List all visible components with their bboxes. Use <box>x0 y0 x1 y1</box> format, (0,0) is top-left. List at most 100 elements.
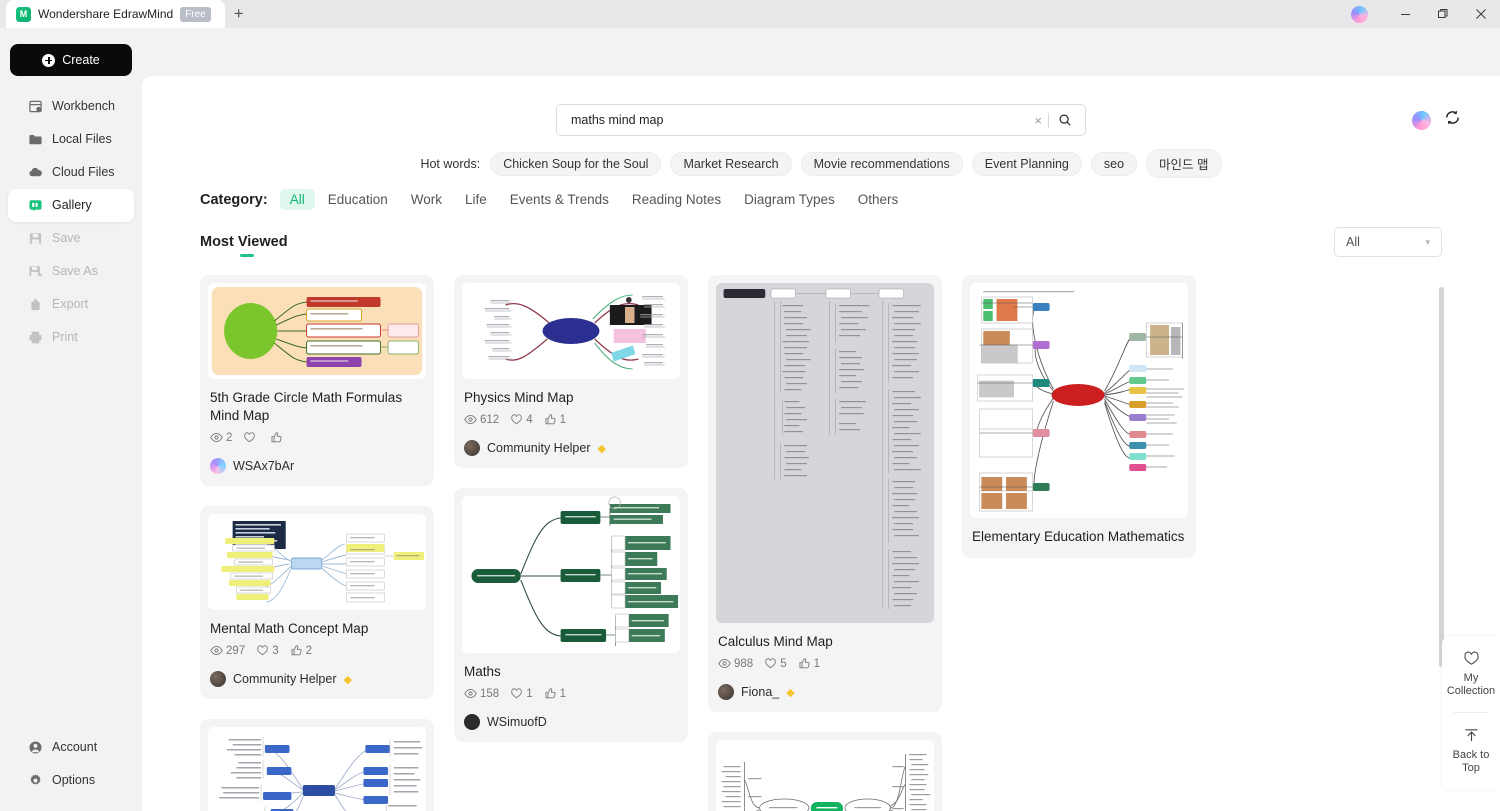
thumbs-up-icon <box>271 432 282 443</box>
thumbs-stat: 2 <box>290 644 312 657</box>
sort-filter-value: All <box>1346 235 1360 249</box>
category-tab-reading-notes[interactable]: Reading Notes <box>622 189 731 210</box>
sort-filter-select[interactable]: All ▾ <box>1334 227 1442 257</box>
hot-word-chip[interactable]: Event Planning <box>971 151 1082 176</box>
sidebar-item-cloud-files[interactable]: Cloud Files <box>8 156 134 189</box>
avatar <box>464 440 480 456</box>
sidebar-item-save[interactable]: Save <box>8 222 134 255</box>
sidebar-item-label: Export <box>52 297 89 312</box>
minimize-button[interactable] <box>1386 0 1424 28</box>
sidebar-item-account[interactable]: Account <box>8 731 134 764</box>
close-button[interactable] <box>1462 0 1500 28</box>
template-card[interactable]: Maths 158 1 1 WSimuofD <box>454 488 688 742</box>
template-card[interactable]: Math Pre-K Mind Map 92 <box>200 719 434 811</box>
template-card[interactable]: Elementary Education Mathematics <box>962 275 1196 558</box>
avatar <box>718 684 734 700</box>
sidebar-item-label: Save As <box>52 264 98 279</box>
edrawmind-logo-icon: M <box>16 6 31 22</box>
folder-icon <box>29 135 42 145</box>
template-author[interactable]: WSimuofD <box>464 714 678 730</box>
search-input[interactable] <box>571 113 1029 127</box>
sidebar-item-local-files[interactable]: Local Files <box>8 123 134 156</box>
section-underline <box>240 254 254 257</box>
sidebar-item-workbench[interactable]: Workbench <box>8 90 134 123</box>
free-badge: Free <box>180 6 211 22</box>
gem-badge-icon: ◆ <box>597 442 606 455</box>
template-stats: 612 4 1 <box>464 413 678 426</box>
sidebar-item-label: Local Files <box>52 132 112 147</box>
category-label: Category: <box>200 191 268 208</box>
likes-stat: 4 <box>510 413 533 426</box>
likes-stat: 5 <box>764 657 787 670</box>
template-thumbnail <box>462 283 680 379</box>
thumbnail-prek-mindmap <box>208 727 426 811</box>
author-name: WSimuofD <box>487 715 547 729</box>
title-bar: M Wondershare EdrawMind Free + <box>0 0 1500 28</box>
sidebar-item-print[interactable]: Print <box>8 321 134 354</box>
hot-word-chip[interactable]: seo <box>1090 151 1138 176</box>
thumbs-up-icon <box>291 645 302 656</box>
sidebar-item-label: Account <box>52 740 98 755</box>
search-icon[interactable] <box>1049 113 1076 127</box>
create-button[interactable]: Create <box>10 44 132 76</box>
thumbnail-mental-math <box>208 514 426 610</box>
back-to-top-button[interactable]: Back to Top <box>1442 713 1500 789</box>
views-stat: 612 <box>464 413 499 426</box>
views-stat: 297 <box>210 644 245 657</box>
app-tab[interactable]: M Wondershare EdrawMind Free <box>6 0 225 28</box>
template-card[interactable]: Physics Mind Map 612 4 1 Community Helpe… <box>454 275 688 468</box>
gem-badge-icon: ◆ <box>343 673 352 686</box>
template-card[interactable]: Calculus Mind Map 988 5 1 Fiona_ ◆ <box>708 275 942 712</box>
category-tab-all[interactable]: All <box>279 189 315 210</box>
sidebar-item-export[interactable]: Export <box>8 288 134 321</box>
maximize-button[interactable] <box>1424 0 1462 28</box>
template-card[interactable]: Mental Math Concept Map 297 3 2 Communit… <box>200 506 434 699</box>
clear-search-icon[interactable]: × <box>1028 113 1048 128</box>
thumbnail-elementary-education <box>970 283 1188 518</box>
category-tab-life[interactable]: Life <box>455 189 497 210</box>
refresh-icon[interactable] <box>1443 108 1462 132</box>
my-collection-button[interactable]: My Collection <box>1442 636 1500 712</box>
hot-word-chip[interactable]: Movie recommendations <box>800 151 963 176</box>
template-card[interactable]: Mathematics 21 <box>708 732 942 811</box>
arrow-up-icon <box>1464 729 1478 742</box>
template-card[interactable]: 5th Grade Circle Math Formulas Mind Map … <box>200 275 434 486</box>
content-scrollbar[interactable] <box>1439 287 1444 667</box>
app-tab-title: Wondershare EdrawMind <box>38 7 174 21</box>
search-row: × <box>142 104 1500 136</box>
category-row: Category: All Education Work Life Events… <box>200 189 908 210</box>
hot-word-chip[interactable]: 마인드 맵 <box>1146 149 1222 178</box>
template-author[interactable]: Fiona_ ◆ <box>718 684 932 700</box>
export-icon <box>31 298 40 311</box>
category-tab-others[interactable]: Others <box>848 189 909 210</box>
heart-icon <box>244 432 256 443</box>
new-tab-button[interactable]: + <box>225 0 253 28</box>
sidebar-item-options[interactable]: Options <box>8 764 134 797</box>
hot-word-chip[interactable]: Market Research <box>670 151 792 176</box>
sidebar-item-gallery[interactable]: Gallery <box>8 189 134 222</box>
thumbnail-calculus-outline <box>716 283 934 623</box>
category-tab-diagram-types[interactable]: Diagram Types <box>734 189 845 210</box>
user-avatar-titlebar[interactable] <box>1351 5 1368 23</box>
template-author[interactable]: WSAx7bAr <box>210 458 424 474</box>
author-name: WSAx7bAr <box>233 459 295 473</box>
template-author[interactable]: Community Helper ◆ <box>464 440 678 456</box>
my-collection-line1: My <box>1463 672 1479 684</box>
window-controls <box>1351 0 1500 28</box>
template-stats: 2 <box>210 431 424 444</box>
template-author[interactable]: Community Helper ◆ <box>210 671 424 687</box>
template-grid[interactable]: 5th Grade Circle Math Formulas Mind Map … <box>200 275 1450 811</box>
thumbnail-arabic-green-mindmap <box>462 496 680 653</box>
category-tab-work[interactable]: Work <box>401 189 452 210</box>
category-tab-events-trends[interactable]: Events & Trends <box>500 189 619 210</box>
gear-icon <box>30 774 41 785</box>
thumbnail-mathematics-mindmap <box>716 740 934 811</box>
save-icon <box>29 233 42 244</box>
thumbs-up-icon <box>545 688 556 699</box>
avatar <box>210 458 226 474</box>
search-box[interactable]: × <box>556 104 1086 136</box>
avatar[interactable] <box>1412 110 1431 130</box>
sidebar-item-save-as[interactable]: Save As <box>8 255 134 288</box>
hot-word-chip[interactable]: Chicken Soup for the Soul <box>490 151 662 176</box>
category-tab-education[interactable]: Education <box>318 189 398 210</box>
